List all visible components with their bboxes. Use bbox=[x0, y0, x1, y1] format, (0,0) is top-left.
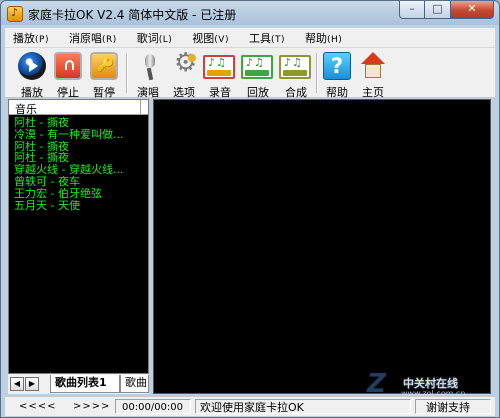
menu-play-label: 播放 bbox=[13, 31, 35, 45]
house-icon bbox=[359, 52, 387, 80]
play-button[interactable]: 播放 bbox=[15, 50, 49, 99]
sound-tag-icon bbox=[207, 70, 231, 76]
menu-remove-vocal-label: 消原唱 bbox=[68, 31, 102, 45]
menu-help[interactable]: 帮助(H) bbox=[305, 30, 342, 46]
record-label: 录音 bbox=[209, 86, 231, 99]
music-column-label: 音乐 bbox=[15, 103, 37, 116]
tab-song-list-2[interactable]: 歌曲 bbox=[120, 375, 149, 393]
menu-tools[interactable]: 工具(T) bbox=[249, 30, 285, 46]
power-stop-icon bbox=[54, 52, 82, 80]
menu-play[interactable]: 播放(P) bbox=[13, 30, 49, 46]
replay-button[interactable]: ♪♫ 回放 bbox=[241, 50, 275, 99]
options-button[interactable]: 选项 bbox=[167, 48, 201, 99]
question-icon bbox=[323, 52, 351, 80]
sound-tag-icon bbox=[245, 70, 269, 76]
list-item[interactable]: 五月天 - 天使 bbox=[14, 200, 146, 212]
app-window: 家庭卡拉OK V2.4 简体中文版 - 已注册 – □ ✕ 播放(P) 消原唱(… bbox=[0, 0, 500, 418]
song-list: 阿杜 - 撕夜 冷漠 - 有一种爱叫做... 阿杜 - 撕夜 阿杜 - 撕夜 穿… bbox=[14, 117, 146, 237]
menu-lyrics[interactable]: 歌词(L) bbox=[137, 30, 173, 46]
maximize-button[interactable]: □ bbox=[425, 1, 451, 19]
play-icon bbox=[18, 52, 46, 80]
menu-help-accel: (H) bbox=[327, 34, 343, 45]
status-bar: <<<< >>>> 00:00/00:00 欢迎使用家庭卡拉OK 谢谢支持 bbox=[5, 396, 495, 416]
mix-sound-icon: ♪♫ bbox=[279, 55, 311, 79]
list-item[interactable]: 冷漠 - 有一种爱叫做... bbox=[14, 129, 146, 141]
pause-button[interactable]: 暂停 bbox=[87, 50, 121, 99]
menu-tools-accel: (T) bbox=[270, 34, 285, 45]
playlist-tabs: ◀ ▶ 歌曲列表1 歌曲 bbox=[8, 374, 149, 394]
menu-view-accel: (V) bbox=[214, 34, 229, 45]
video-display[interactable] bbox=[153, 99, 491, 394]
menu-tools-label: 工具 bbox=[248, 31, 271, 45]
key-pause-icon bbox=[90, 52, 118, 80]
gear-icon bbox=[170, 48, 198, 80]
title-bar[interactable]: 家庭卡拉OK V2.4 简体中文版 - 已注册 – □ ✕ bbox=[1, 1, 499, 27]
list-item[interactable]: 穿越火线 - 穿越火线... bbox=[14, 164, 146, 176]
microphone-icon bbox=[134, 52, 162, 80]
karaoke-app-icon[interactable] bbox=[7, 6, 23, 22]
rewind-button[interactable]: <<<< bbox=[19, 399, 56, 414]
time-display: 00:00/00:00 bbox=[115, 399, 191, 414]
replay-label: 回放 bbox=[247, 86, 269, 99]
record-button[interactable]: ♪♫ 录音 bbox=[203, 50, 237, 99]
music-column-header[interactable]: 音乐 bbox=[9, 100, 148, 116]
tab-scroll-right[interactable]: ▶ bbox=[25, 377, 39, 391]
window-title: 家庭卡拉OK V2.4 简体中文版 - 已注册 bbox=[28, 8, 237, 22]
mix-label: 合成 bbox=[285, 86, 307, 99]
menu-bar: 播放(P) 消原唱(R) 歌词(L) 视图(V) 工具(T) 帮助(H) bbox=[5, 28, 495, 48]
minimize-button[interactable]: – bbox=[399, 1, 425, 19]
column-divider[interactable] bbox=[140, 100, 141, 114]
close-button[interactable]: ✕ bbox=[451, 1, 494, 19]
mix-button[interactable]: ♪♫ 合成 bbox=[279, 50, 313, 99]
menu-remove-vocal-accel: (R) bbox=[101, 34, 117, 45]
window-controls: – □ ✕ bbox=[399, 1, 494, 20]
music-notes-icon: ♪♫ bbox=[246, 56, 265, 69]
tab-song-list-1[interactable]: 歌曲列表1 bbox=[50, 375, 120, 393]
menu-view[interactable]: 视图(V) bbox=[192, 30, 229, 46]
menu-remove-vocal[interactable]: 消原唱(R) bbox=[69, 30, 117, 46]
sound-tag-icon bbox=[283, 70, 307, 76]
playlist-panel: 音乐 阿杜 - 撕夜 冷漠 - 有一种爱叫做... 阿杜 - 撕夜 阿杜 - 撕… bbox=[8, 99, 149, 374]
tab-scroll-left[interactable]: ◀ bbox=[10, 377, 24, 391]
sing-button[interactable]: 演唱 bbox=[131, 50, 165, 99]
list-item[interactable]: 阿杜 - 撕夜 bbox=[14, 141, 146, 153]
fast-forward-button[interactable]: >>>> bbox=[73, 399, 110, 414]
menu-play-accel: (P) bbox=[35, 34, 49, 45]
toolbar: 播放 停止 暂停 演唱 选项 ♪♫ 录音 ♪♫ 回放 ♪♫ 合成 bbox=[5, 48, 495, 99]
menu-lyrics-accel: (L) bbox=[158, 34, 173, 45]
list-item[interactable]: 王力宏 - 伯牙绝弦 bbox=[14, 188, 146, 200]
support-text: 谢谢支持 bbox=[415, 399, 491, 414]
music-notes-icon: ♪♫ bbox=[284, 56, 303, 69]
home-button[interactable]: 主页 bbox=[356, 50, 390, 99]
home-label: 主页 bbox=[362, 86, 384, 99]
pause-label: 暂停 bbox=[93, 86, 115, 99]
status-message: 欢迎使用家庭卡拉OK bbox=[195, 399, 411, 414]
music-notes-icon: ♪♫ bbox=[208, 56, 227, 69]
list-item[interactable]: 阿杜 - 撕夜 bbox=[14, 152, 146, 164]
help-button[interactable]: 帮助 bbox=[320, 50, 354, 99]
stop-button[interactable]: 停止 bbox=[51, 50, 85, 99]
menu-lyrics-label: 歌词 bbox=[136, 31, 159, 45]
menu-help-label: 帮助 bbox=[305, 31, 327, 45]
menu-view-label: 视图 bbox=[192, 31, 215, 45]
list-item[interactable]: 曾轶可 - 夜车 bbox=[14, 176, 146, 188]
list-item[interactable]: 阿杜 - 撕夜 bbox=[14, 117, 146, 129]
record-sound-icon: ♪♫ bbox=[203, 55, 235, 79]
replay-sound-icon: ♪♫ bbox=[241, 55, 273, 79]
